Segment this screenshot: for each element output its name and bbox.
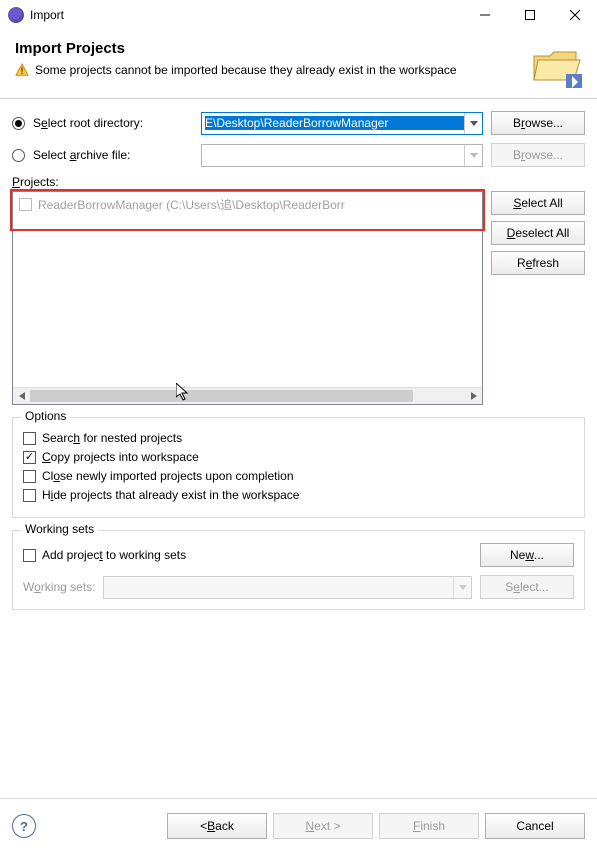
search-nested-checkbox[interactable] — [23, 432, 36, 445]
project-item-label: ReaderBorrowManager (C:\Users\追\Desktop\… — [38, 196, 345, 213]
working-sets-group: Working sets Add project to working sets… — [12, 530, 585, 610]
close-button[interactable] — [552, 0, 597, 30]
warning-text: Some projects cannot be imported because… — [35, 63, 457, 79]
horizontal-scrollbar[interactable] — [13, 387, 482, 404]
chevron-down-icon[interactable] — [464, 113, 482, 134]
help-button[interactable]: ? — [12, 814, 36, 838]
search-nested-label: Search for nested projects — [42, 431, 182, 445]
maximize-button[interactable] — [507, 0, 552, 30]
wizard-content: Select root directory: E\Desktop\ReaderB… — [0, 99, 597, 618]
import-folder-icon — [530, 44, 582, 88]
root-directory-input[interactable]: E\Desktop\ReaderBorrowManager — [201, 112, 483, 135]
root-directory-label: Select root directory: — [33, 116, 193, 130]
new-working-set-button[interactable]: New... — [480, 543, 574, 567]
chevron-down-icon — [464, 145, 482, 166]
options-group: Options Search for nested projects Copy … — [12, 417, 585, 518]
page-title: Import Projects — [15, 40, 522, 57]
minimize-button[interactable] — [462, 0, 507, 30]
wizard-footer: ? < Back Next > Finish Cancel — [0, 798, 597, 853]
scroll-thumb[interactable] — [30, 390, 413, 402]
working-sets-label: Working sets: — [23, 580, 95, 594]
root-directory-radio[interactable] — [12, 117, 25, 130]
refresh-button[interactable]: Refresh — [491, 251, 585, 275]
add-working-set-label: Add project to working sets — [42, 548, 186, 562]
finish-button: Finish — [379, 813, 479, 839]
close-imported-checkbox[interactable] — [23, 470, 36, 483]
scroll-right-icon[interactable] — [465, 388, 482, 404]
deselect-all-button[interactable]: Deselect All — [491, 221, 585, 245]
next-button: Next > — [273, 813, 373, 839]
project-checkbox — [19, 198, 32, 211]
wizard-header: Import Projects Some projects cannot be … — [0, 30, 597, 99]
chevron-down-icon — [453, 577, 471, 598]
working-sets-combo — [103, 576, 472, 599]
back-button[interactable]: < Back — [167, 813, 267, 839]
archive-file-radio[interactable] — [12, 149, 25, 162]
options-legend: Options — [21, 409, 70, 423]
cancel-button[interactable]: Cancel — [485, 813, 585, 839]
working-sets-legend: Working sets — [21, 522, 98, 536]
scroll-left-icon[interactable] — [13, 388, 30, 404]
archive-file-input — [201, 144, 483, 167]
add-working-set-checkbox[interactable] — [23, 549, 36, 562]
project-item: ReaderBorrowManager (C:\Users\追\Desktop\… — [13, 192, 482, 217]
select-working-set-button: Select... — [480, 575, 574, 599]
titlebar: Import — [0, 0, 597, 30]
browse-root-button[interactable]: Browse... — [491, 111, 585, 135]
hide-existing-checkbox[interactable] — [23, 489, 36, 502]
close-imported-label: Close newly imported projects upon compl… — [42, 469, 294, 483]
archive-file-label: Select archive file: — [33, 148, 193, 162]
window-title: Import — [30, 8, 462, 22]
select-all-button[interactable]: Select All — [491, 191, 585, 215]
hide-existing-label: Hide projects that already exist in the … — [42, 488, 299, 502]
projects-list[interactable]: ReaderBorrowManager (C:\Users\追\Desktop\… — [12, 191, 483, 405]
copy-workspace-checkbox[interactable] — [23, 451, 36, 464]
warning-icon — [15, 63, 29, 77]
eclipse-icon — [8, 7, 24, 23]
browse-archive-button: Browse... — [491, 143, 585, 167]
projects-label: Projects: — [12, 175, 585, 189]
copy-workspace-label: Copy projects into workspace — [42, 450, 199, 464]
